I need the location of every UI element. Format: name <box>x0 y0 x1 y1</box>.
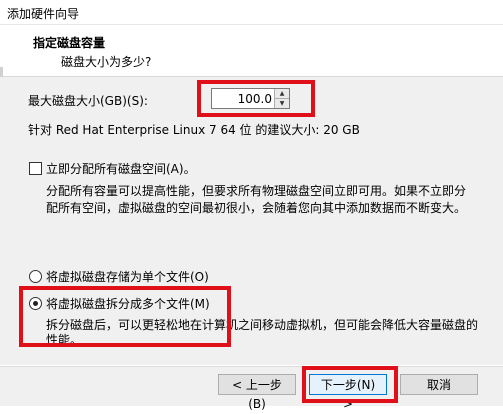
split-description: 拆分磁盘后，可以更轻松地在计算机之间移动虚拟机，但可能会降低大容量磁盘的性能。 <box>46 318 479 347</box>
split-files-radio[interactable] <box>29 297 42 310</box>
disk-size-input[interactable] <box>214 90 272 107</box>
stepper-down-icon[interactable]: ▼ <box>275 99 289 108</box>
single-file-radio[interactable] <box>29 270 42 283</box>
split-files-option[interactable]: 将虚拟磁盘拆分成多个文件(M) <box>29 295 210 312</box>
window-title: 添加硬件向导 <box>7 7 80 21</box>
cancel-button[interactable]: 取消 <box>400 374 478 395</box>
allocate-label[interactable]: 立即分配所有磁盘空间(A)。 <box>46 160 196 177</box>
recommended-size-text: 针对 Red Hat Enterprise Linux 7 64 位 的建议大小… <box>28 123 360 137</box>
stepper-up-icon[interactable]: ▲ <box>275 89 289 99</box>
wizard-header: 指定磁盘容量 磁盘大小为多少? <box>0 25 503 77</box>
next-button[interactable]: 下一步(N) > <box>309 374 387 411</box>
back-button[interactable]: < 上一步(B) <box>218 374 296 411</box>
single-file-label[interactable]: 将虚拟磁盘存储为单个文件(O) <box>46 268 209 285</box>
page-title: 指定磁盘容量 <box>33 36 106 50</box>
allocate-checkbox-row[interactable]: 立即分配所有磁盘空间(A)。 <box>29 160 196 177</box>
title-bar: 添加硬件向导 <box>0 0 503 25</box>
disk-size-stepper[interactable]: ▲ ▼ <box>211 88 290 109</box>
allocate-description: 分配所有容量可以提高性能，但要求所有物理磁盘空间立即可用。如果不立即分配所有空间… <box>46 184 467 215</box>
single-file-option[interactable]: 将虚拟磁盘存储为单个文件(O) <box>29 268 209 285</box>
allocate-checkbox[interactable] <box>29 162 42 175</box>
split-files-label[interactable]: 将虚拟磁盘拆分成多个文件(M) <box>46 295 210 312</box>
disk-size-label: 最大磁盘大小(GB)(S): <box>28 94 148 108</box>
page-subtitle: 磁盘大小为多少? <box>61 55 152 69</box>
stepper-buttons: ▲ ▼ <box>274 89 289 108</box>
